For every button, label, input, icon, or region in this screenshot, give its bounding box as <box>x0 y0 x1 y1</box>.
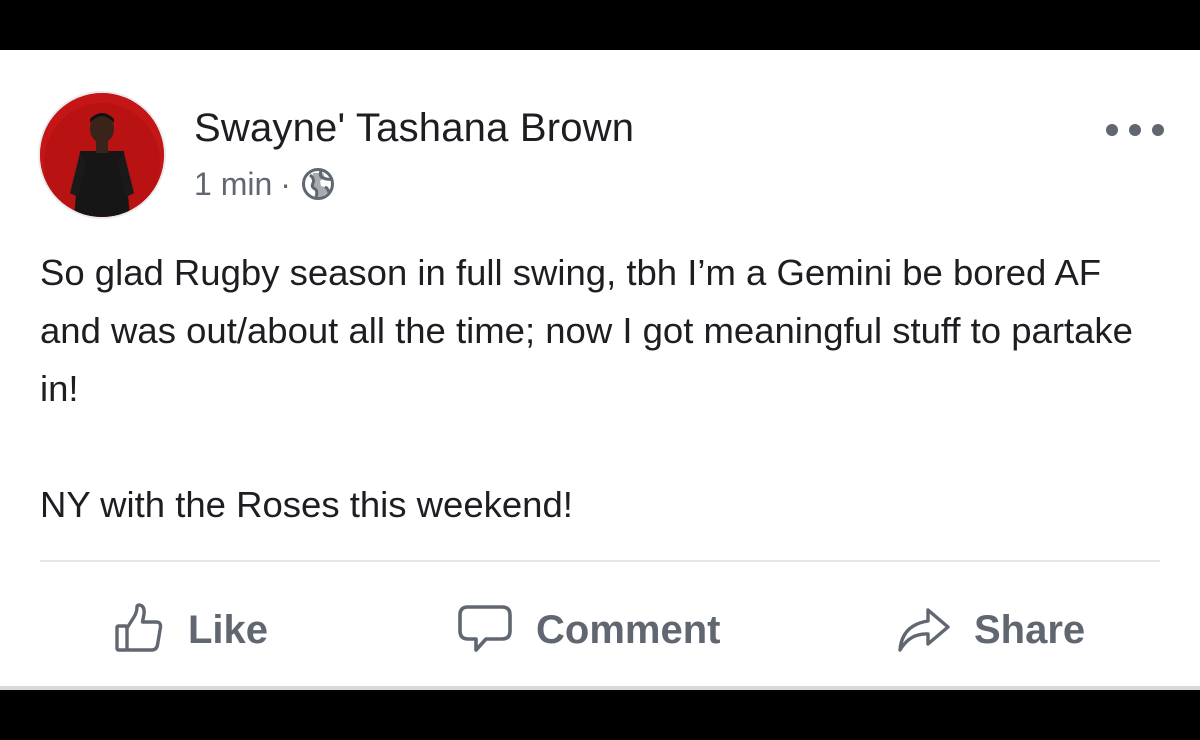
more-options-icon[interactable] <box>1106 118 1164 142</box>
comment-label: Comment <box>536 607 721 652</box>
avatar-photo <box>40 93 164 217</box>
post-card: Swayne' Tashana Brown 1 min · So glad Ru… <box>0 50 1200 690</box>
meta-separator: · <box>280 165 291 202</box>
more-dot <box>1152 124 1164 136</box>
author-avatar[interactable] <box>40 93 164 217</box>
globe-icon[interactable] <box>301 167 335 201</box>
share-button[interactable]: Share <box>896 590 1085 670</box>
action-bar: Like Comment Share <box>0 590 1200 670</box>
author-name[interactable]: Swayne' Tashana Brown <box>194 106 634 151</box>
post-paragraph: So glad Rugby season in full swing, tbh … <box>40 252 1133 409</box>
more-dot <box>1106 124 1118 136</box>
post-body: So glad Rugby season in full swing, tbh … <box>40 244 1170 534</box>
actions-divider <box>40 560 1160 562</box>
share-label: Share <box>974 607 1086 652</box>
like-button[interactable]: Like <box>112 590 268 670</box>
share-arrow-icon <box>898 608 950 652</box>
post-timestamp[interactable]: 1 min <box>194 166 272 203</box>
thumbs-up-icon <box>115 603 163 652</box>
post-meta: 1 min · <box>194 164 335 204</box>
comment-button[interactable]: Comment <box>456 590 720 670</box>
screenshot-frame: Swayne' Tashana Brown 1 min · So glad Ru… <box>0 0 1200 740</box>
post-paragraph: NY with the Roses this weekend! <box>40 484 573 525</box>
more-dot <box>1129 124 1141 136</box>
comment-bubble-icon <box>458 605 512 652</box>
like-label: Like <box>188 607 269 652</box>
